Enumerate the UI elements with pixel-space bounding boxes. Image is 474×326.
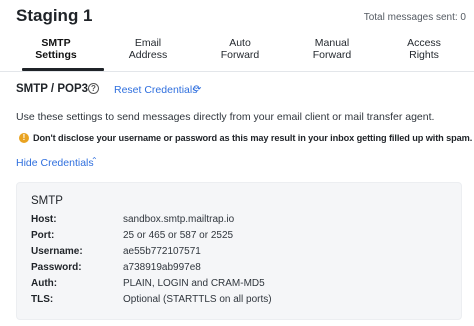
hide-credentials-link[interactable]: Hide Credentials [16, 157, 94, 169]
credential-row-auth: Auth: PLAIN, LOGIN and CRAM-MD5 [31, 278, 451, 292]
credential-label: Host: [31, 214, 57, 225]
tab-email-address[interactable]: Email Address [102, 36, 194, 70]
credential-row-password: Password: a738919ab997e8 [31, 262, 451, 276]
credential-row-port: Port: 25 or 465 or 587 or 2525 [31, 230, 451, 244]
credential-value-tls: Optional (STARTTLS on all ports) [123, 294, 272, 305]
warning-message: Don't disclose your username or password… [33, 133, 473, 143]
warning-icon: ! [19, 133, 29, 143]
tab-label-line2: Forward [312, 48, 352, 61]
tab-smtp-settings[interactable]: SMTP Settings [10, 36, 102, 70]
inbox-title: Staging 1 [16, 6, 93, 25]
credential-value-username: ae55b772107571 [123, 246, 201, 257]
tab-label-line1: Email [134, 37, 162, 49]
section-heading: SMTP / POP3 [16, 83, 89, 95]
credentials-title: SMTP [31, 195, 63, 207]
credential-row-host: Host: sandbox.smtp.mailtrap.io [31, 214, 451, 228]
credential-value-auth: PLAIN, LOGIN and CRAM-MD5 [123, 278, 265, 289]
credential-label: Password: [31, 262, 82, 273]
inbox-tabs: SMTP Settings Email Address Auto Forward… [0, 36, 474, 70]
credential-row-tls: TLS: Optional (STARTTLS on all ports) [31, 294, 451, 308]
credential-value-port: 25 or 465 or 587 or 2525 [123, 230, 234, 241]
reset-credentials-link[interactable]: Reset Credentials [114, 84, 197, 96]
tab-label-line1: Access [407, 37, 441, 49]
tab-auto-forward[interactable]: Auto Forward [194, 36, 286, 70]
credentials-panel: SMTP Host: sandbox.smtp.mailtrap.io Port… [16, 182, 462, 320]
tab-label-line2: Address [128, 48, 168, 61]
total-messages-sent: Total messages sent: 0 [363, 12, 466, 23]
tab-label-line1: Manual [314, 37, 350, 49]
tab-access-rights[interactable]: Access Rights [378, 36, 470, 70]
tab-label-line1: Auto [229, 37, 251, 49]
credential-value-password: a738919ab997e8 [123, 262, 201, 273]
credential-row-username: Username: ae55b772107571 [31, 246, 451, 260]
tab-label-line2: Forward [220, 48, 260, 61]
chevron-up-icon[interactable]: ⌃ [91, 156, 98, 165]
tab-label-line2: Settings [35, 48, 77, 61]
help-icon[interactable]: ? [88, 83, 99, 94]
credential-label: TLS: [31, 294, 54, 305]
tab-label-line2: Rights [409, 48, 439, 61]
tab-manual-forward[interactable]: Manual Forward [286, 36, 378, 70]
refresh-icon[interactable]: ⟳ [193, 84, 201, 95]
credential-label: Port: [31, 230, 55, 241]
tab-label-line1: SMTP [41, 37, 71, 49]
credential-label: Auth: [31, 278, 58, 289]
credential-value-host: sandbox.smtp.mailtrap.io [123, 214, 235, 225]
tabs-divider [0, 71, 474, 72]
inbox-header: Staging 1 Total messages sent: 0 [16, 6, 466, 30]
credential-label: Username: [31, 246, 83, 257]
settings-description: Use these settings to send messages dire… [16, 111, 435, 123]
